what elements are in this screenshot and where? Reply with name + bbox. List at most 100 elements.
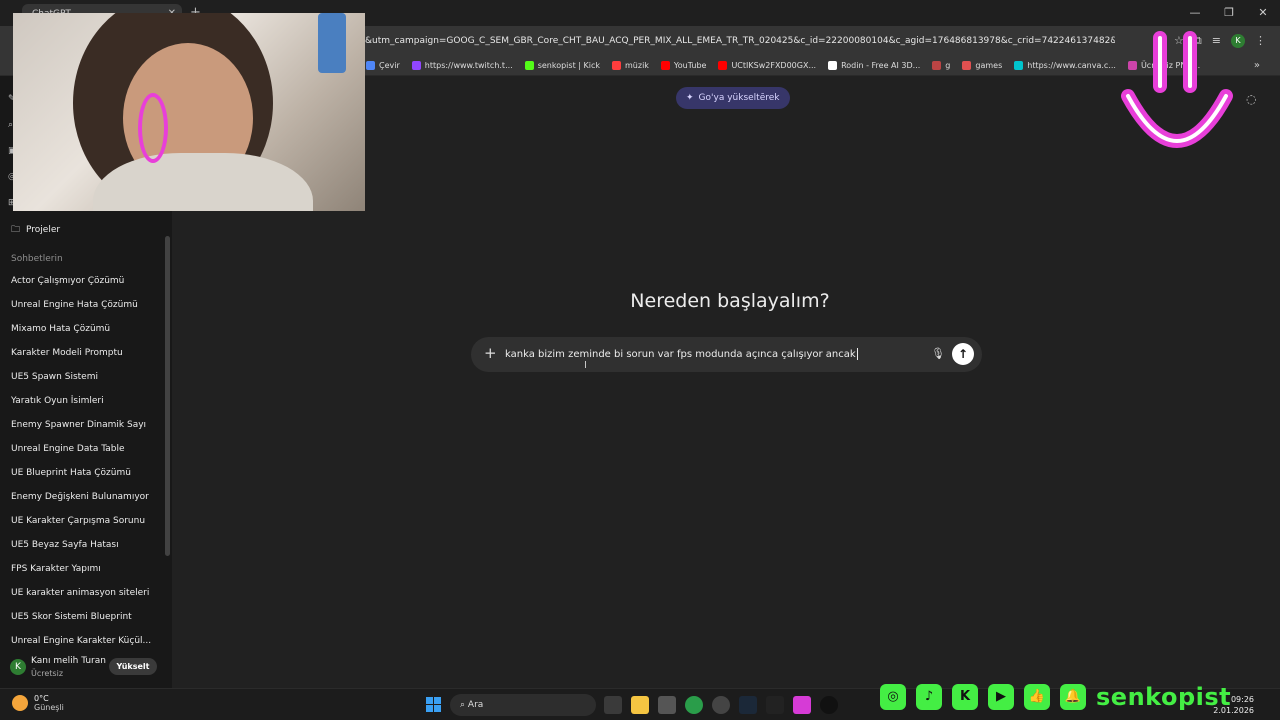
bookmark-label: https://www.twitch.t... [424, 61, 513, 70]
bookmark-label: UCtIKSw2FXD00GX... [731, 61, 817, 70]
epic-games-icon[interactable] [766, 696, 784, 714]
chat-history-item[interactable]: Enemy Spawner Dinamik Sayı [11, 419, 161, 443]
more-bookmarks-icon[interactable]: » [1254, 60, 1260, 71]
chat-history-item[interactable]: Mixamo Hata Çözümü [11, 323, 161, 347]
go-upgrade-badge[interactable]: ✦ Go'ya yükseltērek [676, 87, 790, 109]
smiley-face-icon [1121, 31, 1233, 148]
prompt-input-value: kanka bizim zeminde bi sorun var fps mod… [505, 349, 856, 360]
user-account-row[interactable]: K Kanı melih Turan Ücretsiz Yükselt [8, 654, 168, 684]
bookmark-item[interactable]: g [932, 61, 950, 70]
weather-description: Güneşli [34, 703, 64, 712]
user-name: Kanı melih Turan [31, 656, 106, 666]
bookmark-item[interactable]: https://www.canva.c... [1014, 61, 1116, 70]
minimize-icon[interactable]: — [1178, 0, 1212, 26]
youtube-icon: ▶ [988, 684, 1014, 710]
url-field[interactable]: &utm_campaign=GOOG_C_SEM_GBR_Core_CHT_BA… [365, 36, 1115, 46]
chat-history-item[interactable]: Unreal Engine Data Table [11, 443, 161, 467]
bookmark-label: YouTube [673, 61, 707, 70]
bookmarks-list: Çevir https://www.twitch.t... senkopist | … [366, 61, 1200, 70]
window-controls: — ❐ ✕ [1178, 0, 1280, 26]
kick-icon: K [952, 684, 978, 710]
chat-history-item[interactable]: UE5 Beyaz Sayfa Hatası [11, 539, 161, 563]
upgrade-button[interactable]: Yükselt [109, 658, 157, 675]
chats-section-title: Sohbetlerin [11, 254, 63, 264]
bookmark-favicon-icon [524, 61, 534, 70]
webcam-poster [318, 13, 346, 73]
bookmark-label: Çevir [379, 61, 400, 70]
chat-composer[interactable]: + kanka bizim zeminde bi sorun var fps m… [471, 337, 982, 372]
weather-temperature: 0°C [34, 694, 49, 703]
bookmark-favicon-icon [612, 61, 621, 70]
bookmark-item[interactable]: YouTube [660, 61, 707, 70]
webcam-overlay [13, 13, 365, 211]
bookmark-favicon-icon [718, 61, 728, 70]
taskbar-apps [604, 696, 838, 714]
bookmark-label: müzik [625, 61, 649, 70]
sidebar-item-projects[interactable]: 🗀 Projeler [11, 222, 60, 238]
unreal-engine-icon[interactable] [820, 696, 838, 714]
brand-name: senkopist [1096, 683, 1232, 711]
sidebar-scrollbar[interactable] [165, 236, 170, 556]
close-window-icon[interactable]: ✕ [1246, 0, 1280, 26]
bookmark-label: g [945, 61, 951, 70]
bookmark-item[interactable]: UCtIKSw2FXD00GX... [718, 61, 816, 70]
chat-history-item[interactable]: FPS Karakter Yapımı [11, 563, 161, 587]
microphone-icon[interactable]: 🎙 [931, 347, 945, 360]
instagram-icon: ◎ [880, 684, 906, 710]
chat-history-item[interactable]: Yaratık Oyun İsimleri [11, 395, 161, 419]
mouse-text-cursor-icon: I [584, 360, 587, 371]
sun-icon [12, 695, 28, 711]
prompt-input[interactable]: kanka bizim zeminde bi sorun var fps mod… [505, 348, 858, 360]
bookmark-label: Rodin - Free AI 3D... [841, 61, 921, 70]
menu-icon[interactable]: ⋮ [1255, 34, 1266, 48]
plus-icon[interactable]: + [484, 344, 497, 362]
maximize-icon[interactable]: ❐ [1212, 0, 1246, 26]
page-title: Nereden başlayalım? [630, 290, 830, 312]
chat-history-item[interactable]: UE karakter animasyon siteleri [11, 587, 161, 611]
bookmark-favicon-icon [660, 61, 670, 70]
chat-history-list: Actor Çalışmıyor Çözümü Unreal Engine Hat… [11, 275, 161, 659]
temporary-chat-icon[interactable]: ◌ [1246, 92, 1256, 106]
bookmark-item[interactable]: games [962, 61, 1002, 70]
bookmark-favicon-icon [932, 61, 942, 70]
user-avatar: K [10, 659, 26, 675]
task-view-icon[interactable] [604, 696, 622, 714]
store-icon[interactable] [658, 696, 676, 714]
taskbar-search[interactable]: ⌕ Ara [450, 694, 596, 716]
bookmark-item[interactable]: Çevir [366, 61, 400, 70]
search-label: Ara [467, 700, 484, 710]
chat-history-item[interactable]: Unreal Engine Hata Çözümü [11, 299, 161, 323]
pink-app-icon[interactable] [793, 696, 811, 714]
bookmark-favicon-icon [411, 61, 421, 70]
chat-history-item[interactable]: UE Karakter Çarpışma Sorunu [11, 515, 161, 539]
bell-icon: 🔔 [1060, 684, 1086, 710]
text-caret [856, 348, 858, 360]
bookmark-item[interactable]: https://www.twitch.t... [411, 61, 513, 70]
thumbs-up-icon: 👍 [1024, 684, 1050, 710]
bookmark-favicon-icon [366, 61, 375, 70]
weather-widget[interactable]: 0°C Güneşli [12, 694, 64, 712]
bookmark-favicon-icon [962, 61, 972, 70]
chat-history-item[interactable]: Enemy Değişkeni Bulunamıyor [11, 491, 161, 515]
chat-history-item[interactable]: Karakter Modeli Promptu [11, 347, 161, 371]
bookmark-item[interactable]: müzik [612, 61, 649, 70]
send-button[interactable]: ↑ [952, 343, 974, 365]
go-badge-label: Go'ya yükseltērek [698, 93, 780, 103]
sparkle-icon: ✦ [686, 93, 694, 103]
social-overlay: ◎ ♪ K ▶ 👍 🔔 senkopist [880, 683, 1231, 711]
obs-icon[interactable] [712, 696, 730, 714]
headphone-icon [138, 93, 168, 163]
tiktok-icon: ♪ [916, 684, 942, 710]
file-explorer-icon[interactable] [631, 696, 649, 714]
bookmark-label: https://www.canva.c... [1027, 61, 1116, 70]
chat-history-item[interactable]: UE Blueprint Hata Çözümü [11, 467, 161, 491]
chrome-icon[interactable] [685, 696, 703, 714]
steam-icon[interactable] [739, 696, 757, 714]
chat-history-item[interactable]: Actor Çalışmıyor Çözümü [11, 275, 161, 299]
bookmark-item[interactable]: Rodin - Free AI 3D... [828, 61, 920, 70]
chat-history-item[interactable]: UE5 Spawn Sistemi [11, 371, 161, 395]
windows-start-icon[interactable] [426, 697, 441, 712]
bookmark-item[interactable]: senkopist | Kick [524, 61, 600, 70]
user-plan: Ücretsiz [31, 669, 64, 678]
chat-history-item[interactable]: UE5 Skor Sistemi Blueprint [11, 611, 161, 635]
